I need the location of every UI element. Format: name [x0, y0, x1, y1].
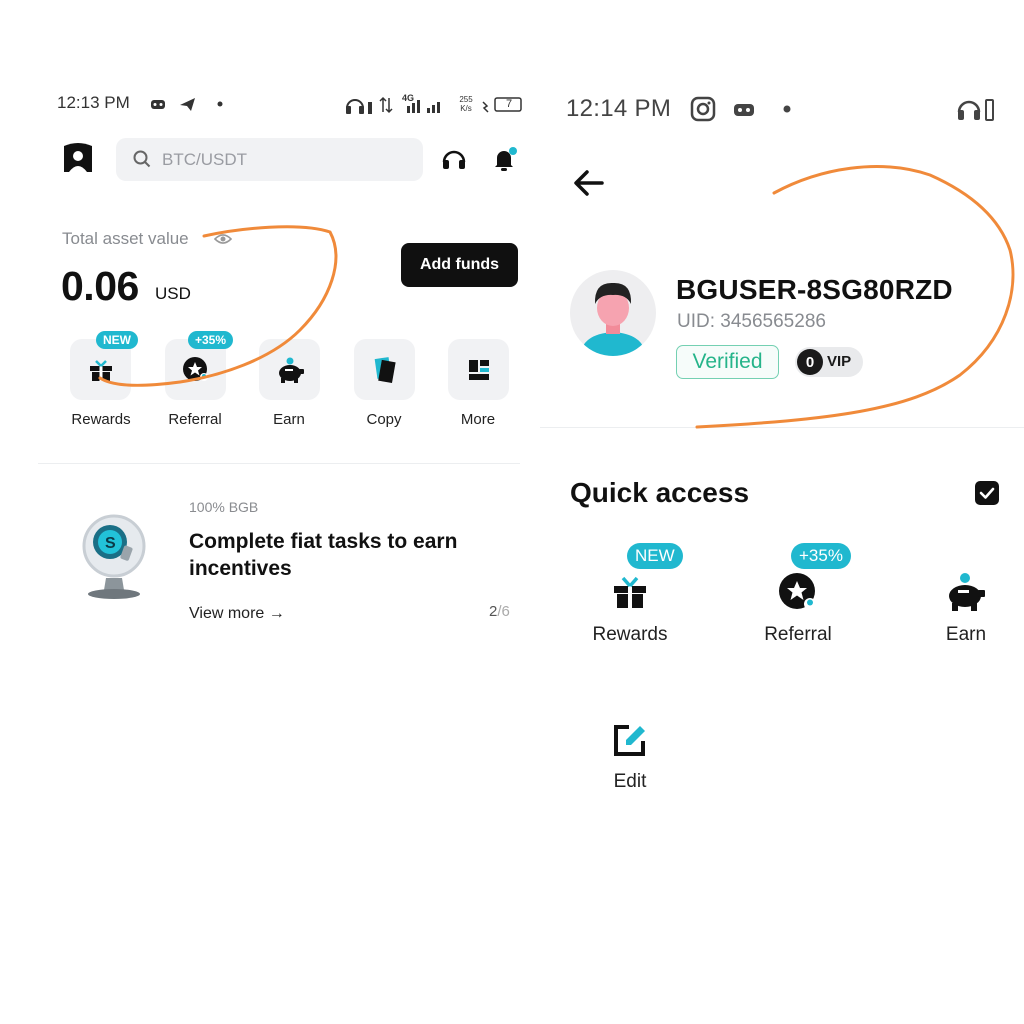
status-left-icons [690, 96, 791, 122]
left-screen: 12:13 PM 4G 255 K/s 7 BTC/USDT Total ass… [0, 0, 535, 1024]
promo-title: Complete fiat tasks to earn incentives [189, 530, 458, 580]
referral-bonus-badge: +35% [791, 543, 851, 569]
edit-quick-access[interactable] [613, 723, 647, 762]
copy-tile[interactable] [354, 339, 415, 400]
headset-icon[interactable] [441, 148, 467, 172]
gift-icon [89, 359, 112, 381]
total-asset-value: 0.06 [61, 263, 139, 309]
search-icon [133, 150, 151, 168]
search-input[interactable]: BTC/USDT [116, 138, 423, 181]
piggy-bank-icon [949, 573, 985, 611]
view-more-link[interactable]: View more → [189, 605, 285, 623]
quick-access-title: Quick access [570, 477, 750, 508]
rewards-new-badge: NEW [96, 331, 138, 349]
more-tile[interactable] [448, 339, 509, 400]
trophy-coin-icon: S [82, 514, 146, 599]
network-speed: 255 K/s [458, 95, 474, 113]
referral-star-icon [182, 356, 208, 381]
status-left-icons [151, 98, 223, 111]
quick-access-label: Rewards [592, 624, 668, 645]
svg-text:S: S [105, 535, 116, 552]
grid-more-icon [468, 359, 489, 380]
verified-badge[interactable]: Verified [676, 345, 779, 379]
edit-icon [614, 725, 645, 756]
profile-avatar[interactable] [570, 270, 656, 356]
battery-level: 7 [505, 98, 513, 110]
user-uid[interactable]: UID: 3456565286 [677, 311, 826, 333]
copy-cards-icon [374, 356, 396, 383]
search-placeholder: BTC/USDT [162, 150, 247, 169]
promo-tag: 100% BGB [189, 499, 259, 515]
add-funds-button[interactable]: Add funds [401, 243, 518, 287]
earn-tile[interactable] [259, 339, 320, 400]
rewards-new-badge: NEW [627, 543, 683, 569]
checkbox[interactable] [975, 481, 999, 505]
status-time: 12:13 PM [57, 93, 130, 112]
vip-badge[interactable]: 0 VIP [795, 347, 863, 377]
username: BGUSER-8SG80RZD [676, 274, 953, 305]
quick-access-label: Referral [764, 624, 832, 645]
edit-label: Edit [613, 771, 647, 792]
quick-access-referral[interactable] [778, 572, 820, 619]
speed-unit: K/s [460, 104, 472, 113]
quick-item-earn[interactable] [259, 339, 320, 400]
quick-item-copy[interactable] [354, 339, 415, 400]
check-icon [979, 487, 995, 499]
network-type: 4G [402, 93, 415, 103]
quick-access-label: Earn [945, 624, 987, 645]
back-arrow-icon[interactable] [572, 168, 606, 198]
piggy-bank-icon [278, 357, 304, 383]
divider [540, 427, 1024, 428]
quick-item-label: More [460, 411, 496, 428]
notification-dot [509, 147, 517, 155]
asset-currency: USD [155, 284, 191, 303]
bell-icon[interactable] [492, 146, 518, 172]
status-time: 12:14 PM [566, 95, 672, 122]
divider [38, 463, 520, 464]
quick-access-rewards[interactable] [612, 574, 648, 615]
gift-icon [614, 576, 646, 608]
user-avatar-icon [580, 282, 646, 356]
quick-item-label: Referral [168, 411, 222, 428]
referral-star-icon [779, 573, 816, 610]
profile-avatar-icon[interactable] [62, 142, 94, 174]
vip-label: VIP [827, 353, 852, 370]
headphone-status-icon [957, 99, 994, 121]
speed-value: 255 [459, 95, 473, 104]
quick-item-label: Rewards [71, 411, 131, 428]
right-screen: 12:14 PM BGUSER-8SG80RZD UID: 3456565286… [540, 0, 1024, 1024]
vip-level: 0 [797, 349, 823, 375]
eye-icon[interactable] [214, 232, 232, 246]
pager-total: /6 [497, 603, 510, 620]
referral-bonus-badge: +35% [188, 331, 234, 349]
quick-item-more[interactable] [448, 339, 509, 400]
quick-item-label: Earn [273, 411, 305, 428]
quick-access-earn[interactable] [944, 571, 986, 618]
promo-pager: 2/6 [489, 603, 510, 620]
quick-item-label: Copy [366, 411, 402, 428]
total-asset-label: Total asset value [62, 229, 189, 248]
